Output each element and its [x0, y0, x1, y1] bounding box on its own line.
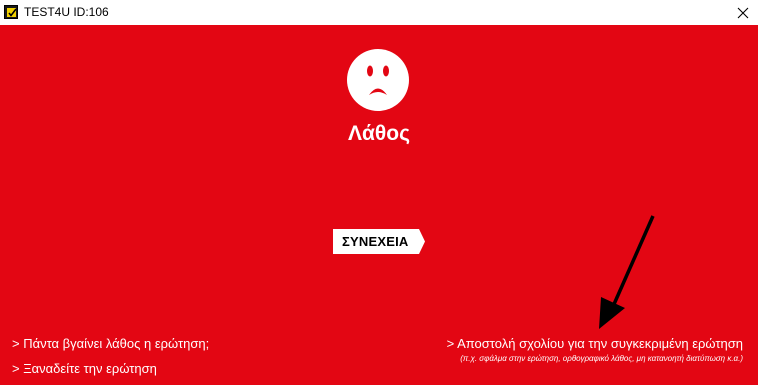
window-title: TEST4U ID:106	[24, 5, 109, 19]
result-panel: Λάθος ΣΥΝΕΧΕΙΑ > Πάντα βγαίνει λάθος η ε…	[0, 25, 758, 385]
sad-face-icon	[347, 49, 409, 111]
comment-hint: (π.χ. σφάλμα στην ερώτηση, ορθογραφικό λ…	[460, 354, 743, 363]
test4u-check-icon	[4, 5, 18, 19]
result-heading: Λάθος	[347, 122, 410, 145]
reread-question-link[interactable]: > Ξαναδείτε την ερώτηση	[12, 361, 157, 377]
arrow-pointer-icon	[599, 215, 655, 329]
close-button[interactable]	[728, 0, 758, 25]
title-bar: TEST4U ID:106	[0, 0, 758, 25]
close-icon	[737, 7, 749, 18]
continue-button-label: ΣΥΝΕΧΕΙΑ	[342, 234, 409, 249]
always-wrong-link[interactable]: > Πάντα βγαίνει λάθος η ερώτηση;	[12, 336, 209, 352]
send-comment-link[interactable]: > Αποστολή σχολίου για την συγκεκριμένη …	[447, 336, 743, 352]
